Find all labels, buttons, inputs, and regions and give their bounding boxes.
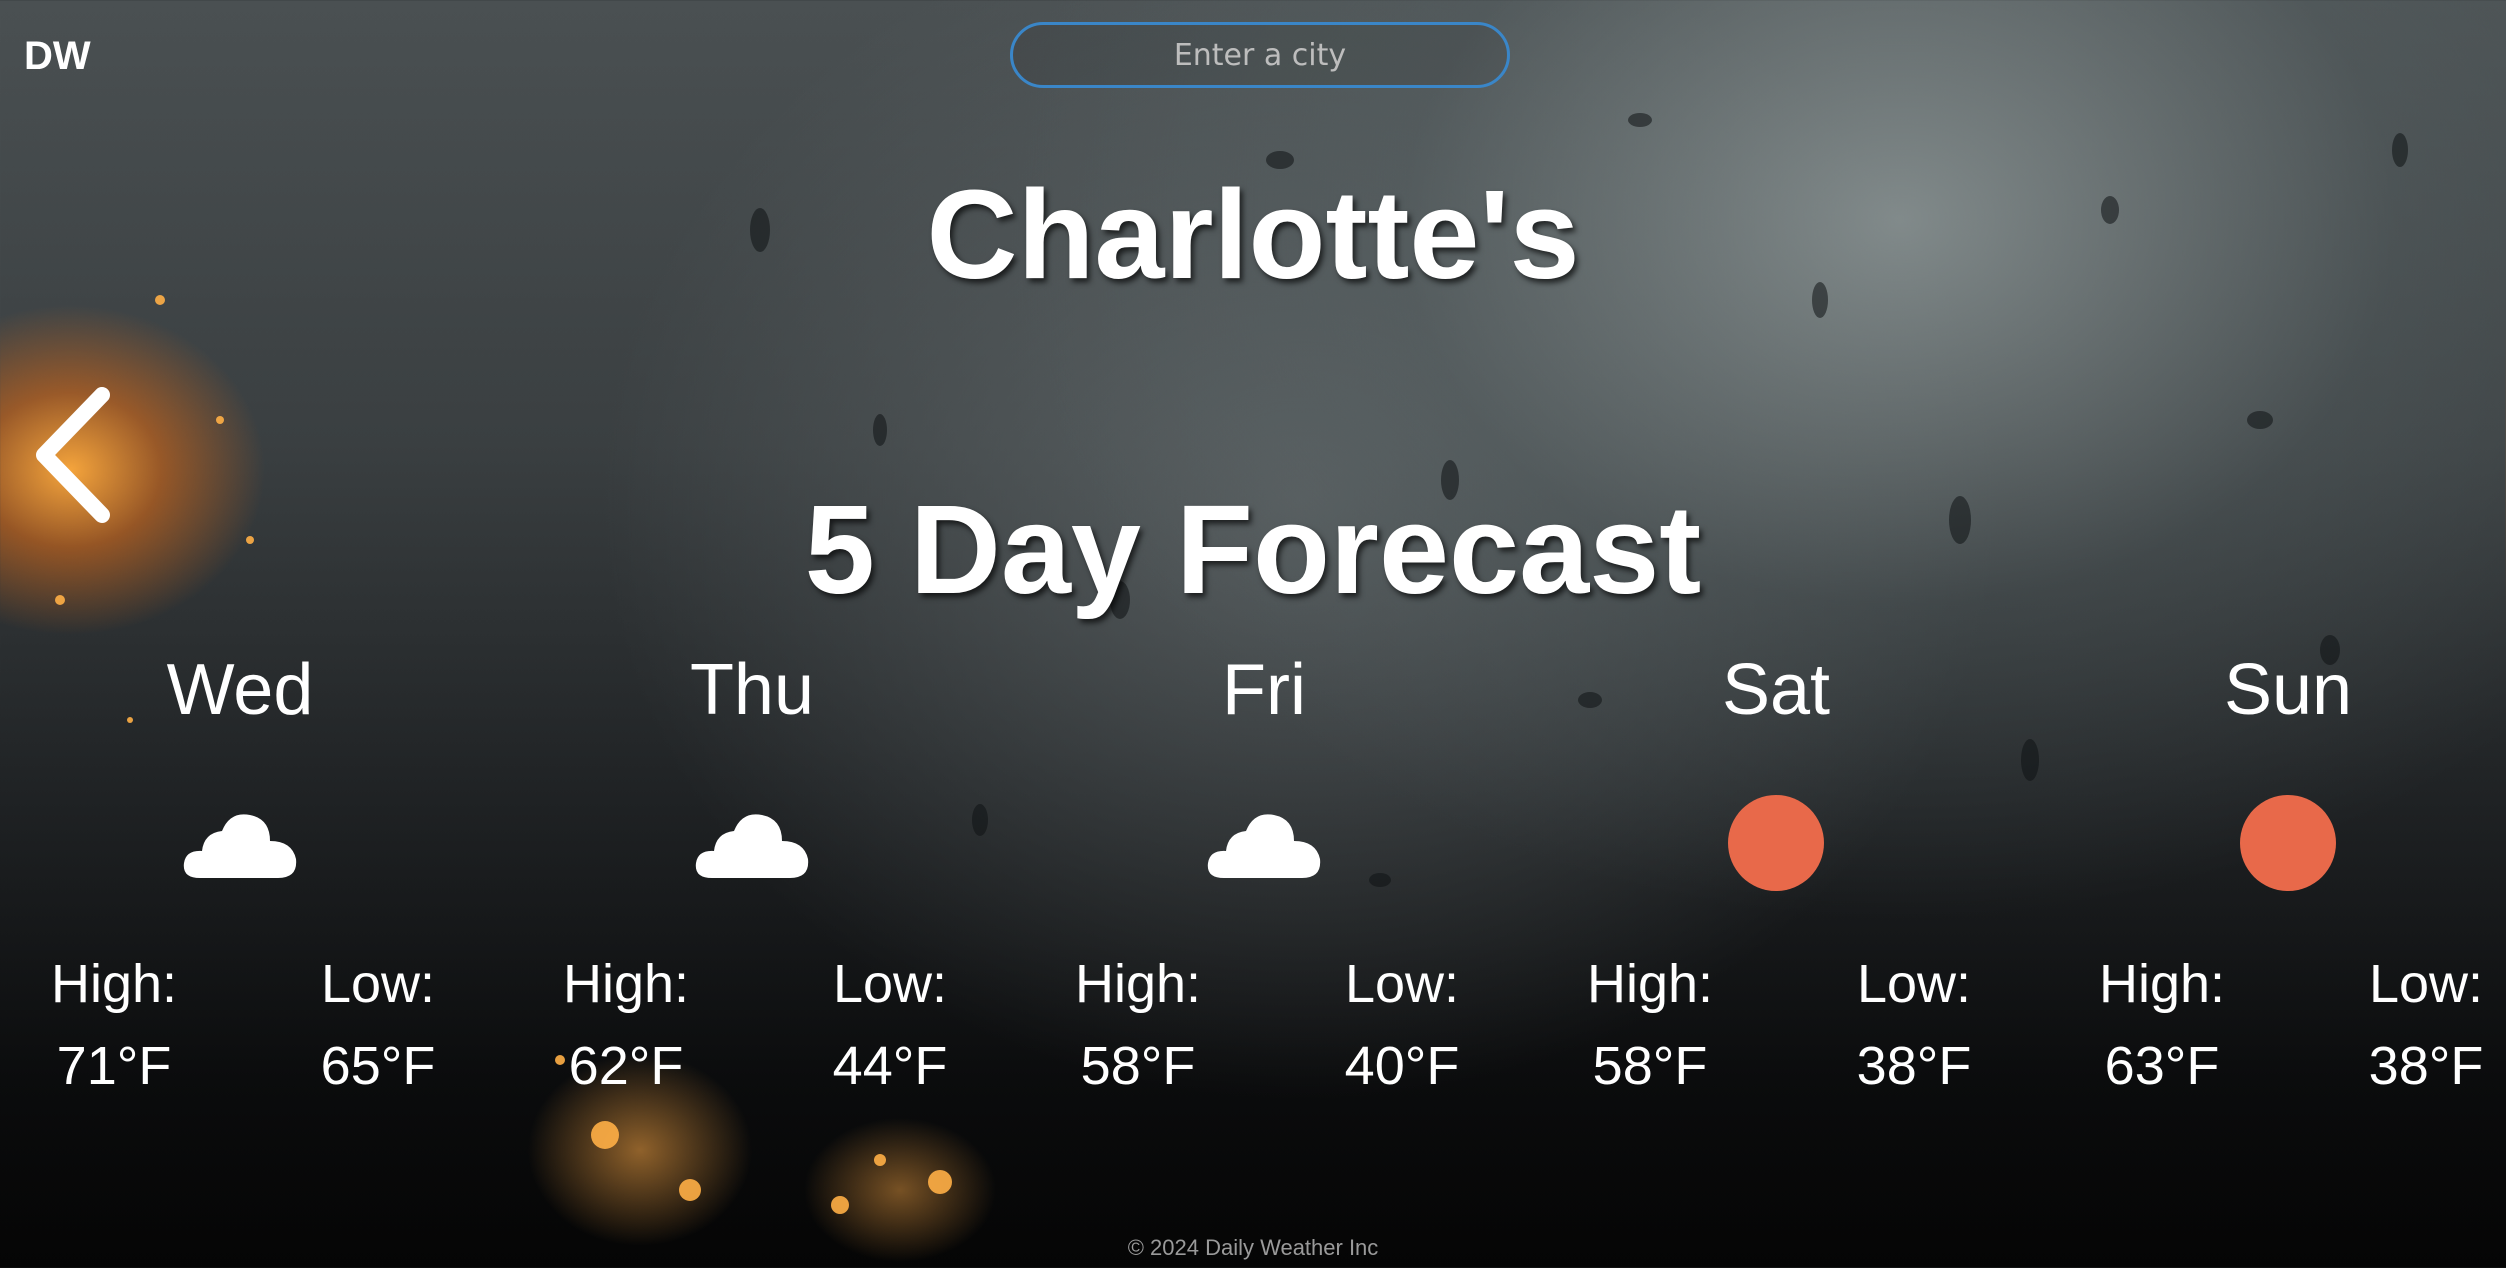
high-temp: 58°F [1592,1036,1708,1096]
forecast-day: Sat High: 58°F Low: 38°F [1520,645,2032,1105]
low-temp: 65°F [320,1036,436,1096]
forecast-list: Wed High: 71°F Low: 65°F Thu High: 62°F … [0,645,2506,1105]
cloud-icon [695,814,809,878]
day-name: Fri [1222,650,1306,730]
footer-copyright: © 2024 Daily Weather Inc [1127,1235,1379,1260]
city-search-input[interactable] [1010,22,1510,88]
brand-logo[interactable]: DW [24,34,91,79]
high-label: High: [50,954,178,1014]
low-temp: 38°F [1856,1036,1972,1096]
day-name: Sun [2223,650,2353,730]
city-title: Charlotte's [926,164,1580,305]
low-label: Low: [1856,954,1972,1014]
low-temp: 40°F [1344,1036,1460,1096]
high-temp: 62°F [568,1036,684,1096]
sun-icon [1728,795,1824,891]
forecast-day: Wed High: 71°F Low: 65°F [0,645,496,1105]
low-temp: 44°F [832,1036,948,1096]
low-label: Low: [320,954,436,1014]
day-name: Sat [1721,650,1831,730]
high-label: High: [562,954,690,1014]
forecast-day: Fri High: 58°F Low: 40°F [1008,645,1520,1105]
high-label: High: [1074,954,1202,1014]
cloud-icon [1207,814,1321,878]
sun-icon [2240,795,2336,891]
forecast-day: Thu High: 62°F Low: 44°F [496,645,1008,1105]
low-temp: 38°F [2368,1036,2484,1096]
cloud-icon [183,814,297,878]
day-name: Wed [166,650,314,730]
forecast-title: 5 Day Forecast [804,479,1702,620]
high-label: High: [2098,954,2226,1014]
high-temp: 63°F [2104,1036,2220,1096]
day-name: Thu [689,650,815,730]
low-label: Low: [1344,954,1460,1014]
high-temp: 58°F [1080,1036,1196,1096]
forecast-day: Sun High: 63°F Low: 38°F [2032,645,2506,1105]
high-temp: 71°F [56,1036,172,1096]
low-label: Low: [832,954,948,1014]
low-label: Low: [2368,954,2484,1014]
high-label: High: [1586,954,1714,1014]
